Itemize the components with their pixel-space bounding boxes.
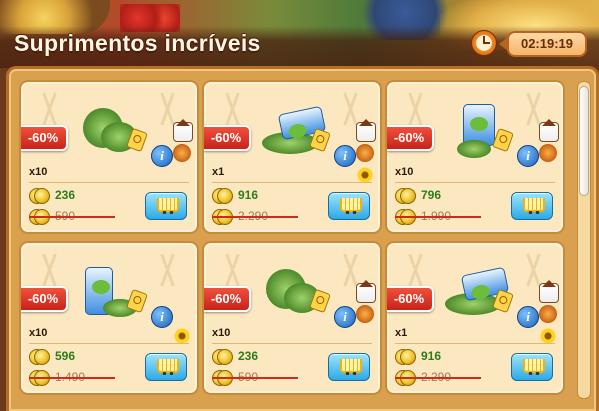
strikethrough-line [29, 377, 115, 379]
sale-price: 796 [421, 188, 442, 202]
shopping-cart-icon [523, 198, 545, 214]
strikethrough-line [395, 216, 481, 218]
offer-card: -60%x10i5961.490 [19, 241, 199, 395]
info-icon[interactable]: i [151, 145, 173, 167]
scrollbar[interactable] [577, 81, 591, 399]
card-divider [395, 182, 555, 183]
sale-price: 236 [238, 349, 259, 363]
discount-badge: -60% [21, 286, 68, 312]
wheat-decoration [401, 249, 431, 289]
food-icon [173, 144, 191, 162]
card-divider [29, 343, 189, 344]
food-icon [356, 305, 374, 323]
shopping-cart-icon [340, 359, 362, 375]
coin-icon [217, 349, 233, 365]
food-icon [356, 144, 374, 162]
sale-price: 236 [55, 188, 76, 202]
strikethrough-line [212, 377, 298, 379]
food-icon [539, 305, 557, 323]
house-icon [173, 119, 193, 142]
card-divider [212, 343, 372, 344]
strikethrough-line [395, 377, 481, 379]
sale-price: 916 [421, 349, 442, 363]
buy-button[interactable] [511, 353, 553, 381]
buy-button[interactable] [328, 192, 370, 220]
price-tag-icon [492, 127, 514, 153]
discount-badge: -60% [204, 125, 251, 151]
wheat-decoration [153, 249, 183, 289]
discount-badge: -60% [21, 125, 68, 151]
countdown-timer: 02:19:19 [499, 31, 587, 57]
card-divider [212, 182, 372, 183]
wheat-decoration [218, 249, 248, 289]
shopping-cart-icon [340, 198, 362, 214]
strikethrough-line [29, 216, 115, 218]
coin-icon [217, 188, 233, 204]
house-icon [356, 280, 376, 303]
house-icon [539, 280, 559, 303]
discount-badge: -60% [387, 125, 434, 151]
offer-card: -60%x10i7961.990 [385, 80, 565, 234]
shopping-cart-icon [157, 359, 179, 375]
offer-card: -60%x1i9162.290 [202, 80, 382, 234]
strikethrough-line [212, 216, 298, 218]
sale-price: 596 [55, 349, 76, 363]
page-title: Suprimentos incríveis [14, 30, 261, 56]
discount-badge: -60% [204, 286, 251, 312]
quantity-label: x10 [29, 166, 48, 178]
quantity-label: x1 [395, 327, 408, 339]
herbs-bundle-icon [77, 100, 148, 164]
wheat-decoration [218, 88, 248, 128]
buy-button[interactable] [511, 192, 553, 220]
fertilizer-bottle-icon [77, 261, 148, 325]
leaf-shape [457, 140, 491, 158]
info-icon[interactable]: i [151, 306, 173, 328]
discount-badge: -60% [387, 286, 434, 312]
quantity-label: x10 [29, 327, 48, 339]
wheat-decoration [401, 88, 431, 128]
quantity-label: x10 [212, 327, 231, 339]
coin-icon [400, 188, 416, 204]
coin-icon [34, 188, 50, 204]
buy-button[interactable] [145, 353, 187, 381]
coin-icon [34, 349, 50, 365]
wheat-decoration [35, 249, 65, 289]
info-icon[interactable]: i [334, 145, 356, 167]
shopping-cart-icon [523, 359, 545, 375]
buy-button[interactable] [328, 353, 370, 381]
scrollbar-thumb[interactable] [579, 86, 589, 196]
wheat-decoration [35, 88, 65, 128]
quantity-label: x10 [395, 166, 414, 178]
sale-price: 916 [238, 188, 259, 202]
header-banner: Suprimentos incríveis 02:19:19 [0, 0, 599, 68]
card-divider [29, 182, 189, 183]
offer-card: -60%x10i236590 [19, 80, 199, 234]
coin-icon [400, 349, 416, 365]
offer-card: -60%x1i9162.290 [385, 241, 565, 395]
seed-bag-icon [443, 100, 514, 164]
herbs-bundle-icon [260, 261, 331, 325]
house-icon [356, 119, 376, 142]
alarm-clock-icon [471, 30, 497, 56]
shopping-cart-icon [157, 198, 179, 214]
offer-card: -60%x10i236590 [202, 241, 382, 395]
beans-pile-icon [443, 261, 514, 325]
food-icon [539, 144, 557, 162]
info-icon[interactable]: i [517, 145, 539, 167]
house-icon [539, 119, 559, 142]
info-icon[interactable]: i [334, 306, 356, 328]
info-icon[interactable]: i [517, 306, 539, 328]
offers-panel: -60%x10i236590-60%x1i9162.290-60%x10i796… [6, 66, 599, 411]
card-divider [395, 343, 555, 344]
quantity-label: x1 [212, 166, 225, 178]
buy-button[interactable] [145, 192, 187, 220]
beans-pile-icon [260, 100, 331, 164]
